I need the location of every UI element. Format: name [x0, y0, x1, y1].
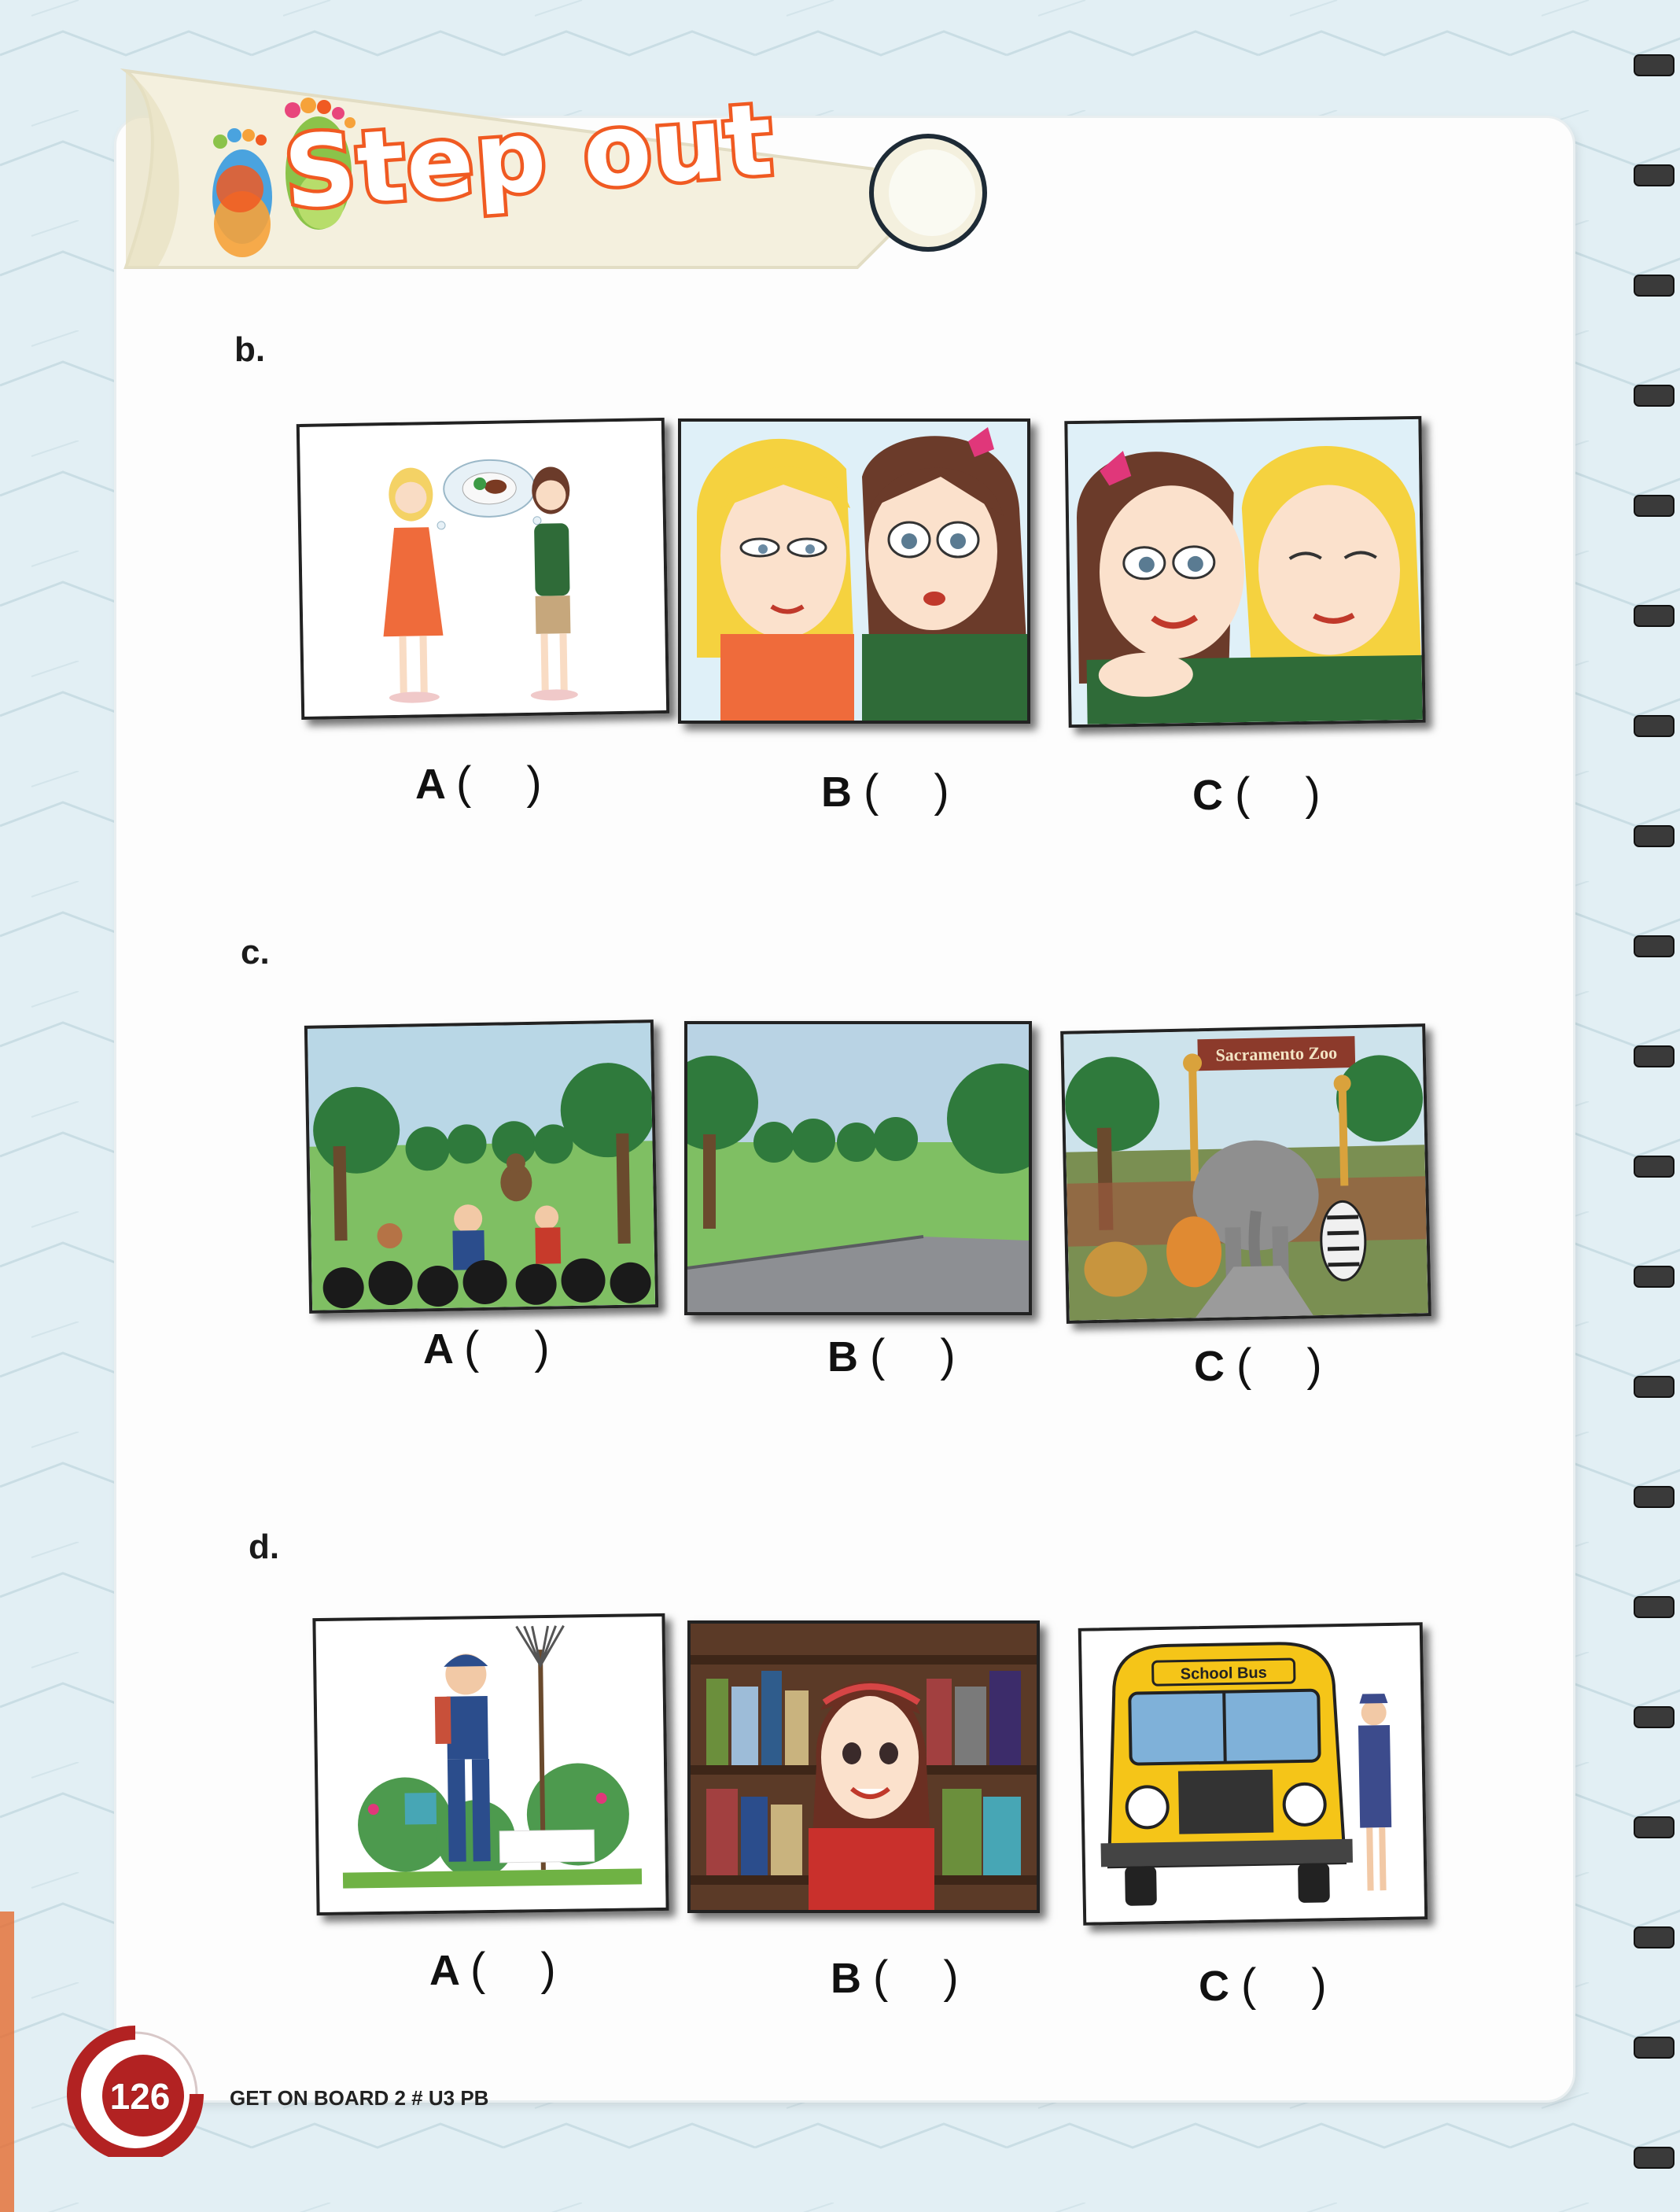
unit-code: U3 PB	[428, 2086, 489, 2110]
footer-caption: GET ON BOARD 2 # U3 PB	[230, 2086, 488, 2111]
spiral-binding	[1634, 54, 1674, 2169]
picture-c-a[interactable]	[304, 1019, 659, 1314]
option-c-b[interactable]: B ()	[827, 1329, 956, 1382]
option-d-b[interactable]: B ()	[831, 1951, 959, 2004]
option-letter: B	[831, 1955, 861, 2002]
option-b-c[interactable]: C ()	[1192, 768, 1321, 820]
option-c-c[interactable]: C ()	[1194, 1339, 1322, 1392]
option-c-a[interactable]: A ()	[423, 1322, 550, 1374]
picture-b-b[interactable]	[678, 418, 1030, 724]
option-letter: C	[1194, 1343, 1225, 1390]
option-letter: A	[423, 1325, 452, 1373]
footer-separator: #	[411, 2086, 423, 2110]
option-letter: C	[1192, 772, 1223, 819]
question-label-d: d.	[249, 1528, 280, 1566]
option-d-c[interactable]: C ()	[1199, 1959, 1327, 2011]
picture-c-c[interactable]: Sacramento Zoo	[1060, 1023, 1431, 1324]
option-letter: B	[827, 1333, 858, 1381]
picture-d-c[interactable]: School Bus	[1078, 1622, 1428, 1926]
bus-sign: School Bus	[1181, 1665, 1267, 1683]
option-letter: C	[1199, 1963, 1229, 2010]
question-label-c: c.	[241, 933, 270, 971]
picture-d-b[interactable]	[687, 1620, 1040, 1913]
zoo-sign: Sacramento Zoo	[1215, 1043, 1337, 1065]
picture-d-a[interactable]	[312, 1613, 669, 1916]
option-b-a[interactable]: A ()	[415, 757, 542, 809]
option-letter: A	[415, 761, 444, 808]
book-title: GET ON BOARD 2	[230, 2086, 406, 2110]
option-b-b[interactable]: B ()	[821, 765, 949, 817]
picture-b-c[interactable]	[1064, 415, 1426, 728]
question-label-b: b.	[234, 330, 266, 369]
picture-b-a[interactable]	[296, 417, 670, 721]
option-d-a[interactable]: A ()	[429, 1943, 556, 1996]
option-letter: B	[821, 769, 852, 816]
page-number: 126	[109, 2075, 171, 2118]
picture-c-b[interactable]	[684, 1021, 1032, 1315]
option-letter: A	[429, 1947, 459, 1994]
